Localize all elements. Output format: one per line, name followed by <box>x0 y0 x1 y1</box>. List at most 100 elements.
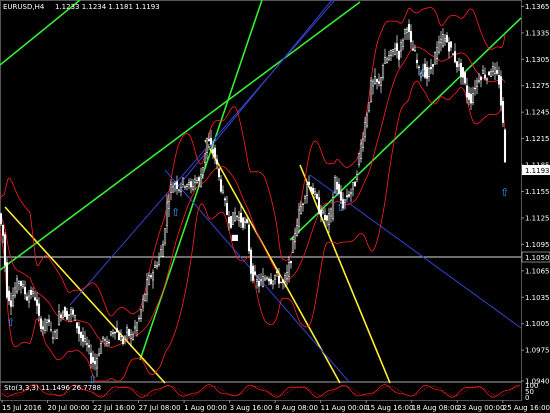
y-tick-label: 1.1035 <box>525 294 550 302</box>
oscillator-label: Sto(3,3,3) 11.1496 26.7788 <box>4 384 101 392</box>
candle-body <box>475 80 479 88</box>
candle-body <box>193 178 197 183</box>
candle-body <box>247 224 251 252</box>
candle-body <box>35 299 39 306</box>
candle-body <box>131 333 135 340</box>
candle-body <box>87 345 91 348</box>
candle-body <box>97 353 101 356</box>
candle-body <box>191 185 195 190</box>
candle-body <box>313 190 317 195</box>
candle-body <box>497 75 501 85</box>
candle-body <box>19 280 23 286</box>
candle-body <box>441 34 445 47</box>
candle-body <box>293 233 297 242</box>
candle-body <box>479 76 483 81</box>
candle-body <box>411 48 415 51</box>
candle-body <box>301 203 305 205</box>
x-tick-label: 23 Aug 00:00 <box>457 404 504 412</box>
candle-body <box>335 181 339 190</box>
candle-body <box>103 339 107 341</box>
candle-body <box>469 94 473 104</box>
candle-body <box>15 278 19 293</box>
candle-body <box>231 212 235 225</box>
candle-body <box>63 307 67 317</box>
candle-body <box>107 342 111 344</box>
candle-body <box>49 329 53 331</box>
candle-body <box>275 271 279 273</box>
candle-body <box>287 262 291 277</box>
candle-body <box>439 38 443 44</box>
candle-body <box>229 216 233 228</box>
candle-body <box>305 184 309 196</box>
candle-body <box>453 51 457 63</box>
candle-body <box>23 287 27 295</box>
candle-body <box>51 337 55 339</box>
x-tick-label: 8 Aug 08:00 <box>275 404 318 412</box>
candle-body <box>367 102 371 112</box>
candle-body <box>427 68 431 77</box>
x-tick-label: 27 Jul 08:00 <box>139 404 181 412</box>
candle-body <box>39 318 43 329</box>
candle-body <box>221 190 225 193</box>
candle-body <box>451 53 455 55</box>
candle-body <box>151 272 155 281</box>
candle-body <box>327 213 331 225</box>
candle-body <box>395 43 399 51</box>
candle-body <box>225 203 229 215</box>
candle-body <box>143 293 147 301</box>
candle-body <box>37 303 41 316</box>
candle-body <box>105 341 109 344</box>
candle-body <box>445 35 449 43</box>
candle-body <box>271 280 275 285</box>
candle-body <box>501 100 505 123</box>
candle-body <box>307 181 311 185</box>
chart-background <box>0 0 550 413</box>
candle-body <box>467 92 471 100</box>
y-tick-label: 1.1005 <box>525 320 550 328</box>
candle-body <box>175 181 179 189</box>
candle-body <box>383 56 387 64</box>
candle-body <box>285 272 289 280</box>
candle-body <box>251 265 255 281</box>
candle-body <box>227 217 231 224</box>
candle-body <box>295 225 299 236</box>
candle-body <box>329 208 333 217</box>
y-tick-label: 1.1365 <box>525 3 550 11</box>
candle-body <box>253 271 257 275</box>
candle-body <box>207 139 211 142</box>
candle-body <box>485 78 489 81</box>
candle-body <box>373 76 377 85</box>
candle-body <box>81 334 85 342</box>
candle-body <box>337 183 341 194</box>
candle-body <box>457 64 461 67</box>
candle-body <box>325 215 329 221</box>
candle-body <box>11 295 15 306</box>
candle-body <box>377 81 381 84</box>
candle-body <box>477 80 481 82</box>
candle-body <box>27 295 31 303</box>
y-tick-label: 1.1155 <box>525 188 550 196</box>
up-arrow-icon: ⇧ <box>6 316 15 329</box>
candle-body <box>315 193 319 199</box>
candle-body <box>13 287 17 297</box>
candle-body <box>219 179 223 192</box>
candle-body <box>283 275 287 283</box>
candle-body <box>31 291 35 294</box>
candle-body <box>365 114 369 127</box>
candle-body <box>491 66 495 72</box>
candle-body <box>165 202 169 226</box>
candle-body <box>195 180 199 183</box>
candle-body <box>115 328 119 333</box>
candle-body <box>135 322 139 331</box>
level-price-marker: 1.1050 <box>521 251 550 263</box>
y-tick-label: 1.1245 <box>525 109 550 117</box>
candle-body <box>431 64 435 67</box>
candle-body <box>223 198 227 201</box>
candle-body <box>263 277 267 281</box>
candle-body <box>261 276 265 287</box>
candle-body <box>119 336 123 342</box>
y-tick-label: 1.1095 <box>525 241 550 249</box>
candle-body <box>61 311 65 318</box>
candle-body <box>7 290 11 302</box>
price-chart[interactable]: ⇧ ⇧ ⇧ ⇧ ⇧ ⇧ ■ EURUSD,H4 1.1233 1.1234 1.… <box>0 0 550 413</box>
